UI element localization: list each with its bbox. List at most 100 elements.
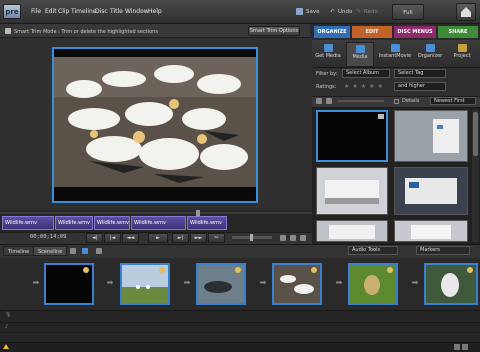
status-bar	[0, 342, 480, 352]
redo-button[interactable]: Redo	[364, 5, 378, 19]
penguin-scene-thumbnail	[426, 265, 476, 303]
printer-photo-thumbnail	[395, 111, 467, 161]
details-label: Details	[402, 98, 420, 104]
transition-slot-4[interactable]: ➡	[333, 278, 345, 288]
mark-in-button[interactable]: ◄|	[86, 233, 103, 243]
snapshot-icon[interactable]	[290, 235, 296, 241]
media-item-printer-1[interactable]	[394, 110, 468, 162]
expand-icon[interactable]	[300, 235, 306, 241]
home-icon	[461, 7, 471, 17]
black-video-thumbnail	[318, 112, 386, 160]
menu-window[interactable]: Window	[125, 8, 149, 15]
tab-disc-menus[interactable]: DISC MENUS	[394, 26, 436, 38]
menu-timeline[interactable]: Timeline	[71, 8, 97, 15]
tab-sceneline[interactable]: Sceneline	[33, 246, 68, 256]
audio-tools-dropdown[interactable]: Audio Tools	[348, 246, 398, 255]
render-icon[interactable]	[454, 344, 460, 350]
details-checkbox[interactable]	[394, 99, 399, 104]
scene-gannets[interactable]	[272, 263, 322, 305]
scene-black[interactable]	[44, 263, 94, 305]
media-item-printer-5[interactable]	[394, 220, 468, 242]
rating-stars[interactable]: ★★★★★	[344, 83, 386, 90]
transition-slot-5[interactable]: ➡	[409, 278, 421, 288]
video-preview[interactable]	[52, 47, 258, 203]
fast-forward-button[interactable]: ►►	[190, 233, 207, 243]
project-button[interactable]: Project	[448, 42, 476, 67]
smart-trim-icon	[5, 28, 11, 34]
redo-icon: ↷	[356, 9, 361, 15]
media-item-printer-4[interactable]	[316, 220, 388, 242]
clip-wildlife-4[interactable]: Wildlife.wmv	[131, 216, 186, 230]
media-icon	[355, 45, 365, 53]
split-clip-button[interactable]: ✂	[208, 233, 225, 243]
instant-movie-icon	[390, 44, 400, 52]
smart-trim-options-button[interactable]: Smart Trim Options	[248, 26, 300, 36]
play-button[interactable]: ►	[148, 233, 168, 243]
media-item-printer-3[interactable]	[394, 167, 468, 215]
narration-track[interactable]	[0, 310, 480, 322]
and-higher-dropdown[interactable]: and higher	[394, 82, 446, 91]
undo-button[interactable]: Undo	[338, 5, 352, 19]
zoom-icon[interactable]	[462, 344, 468, 350]
media-scrollbar-thumb[interactable]	[473, 112, 478, 156]
scene-penguin[interactable]	[424, 263, 478, 305]
save-icon	[296, 8, 303, 15]
home-button[interactable]	[456, 3, 476, 21]
step-forward-button[interactable]: ►|	[172, 233, 189, 243]
scene-bird-green[interactable]	[348, 263, 398, 305]
warning-icon[interactable]	[3, 344, 9, 349]
project-icon	[457, 44, 467, 52]
menu-edit[interactable]: Edit	[45, 8, 57, 15]
scene-birds-grass[interactable]	[120, 263, 170, 305]
transition-slot-2[interactable]: ➡	[181, 278, 193, 288]
transition-slot-3[interactable]: ➡	[257, 278, 269, 288]
markers-dropdown[interactable]: Markers	[416, 246, 470, 255]
save-button[interactable]: Save	[306, 5, 320, 19]
transition-slot-0[interactable]: ➡	[30, 278, 42, 288]
settings-icon[interactable]	[280, 235, 286, 241]
step-back-button[interactable]: |◄	[104, 233, 121, 243]
printer-photo-thumbnail	[395, 221, 467, 241]
clip-wildlife-3[interactable]: Wildlife.wmv	[94, 216, 130, 230]
extra-track[interactable]	[0, 332, 480, 342]
media-button[interactable]: Media	[346, 42, 374, 67]
printer-photo-thumbnail	[395, 168, 467, 214]
scrub-track[interactable]	[0, 212, 312, 214]
shuttle-handle[interactable]	[250, 234, 253, 241]
clip-wildlife-1[interactable]: Wildlife.wmv	[2, 216, 54, 230]
get-media-button[interactable]: Get Media	[314, 42, 342, 67]
menu-help[interactable]: Help	[148, 8, 162, 15]
clip-wildlife-5[interactable]: Wildlife.wmv	[187, 216, 227, 230]
get-media-label: Get Media	[315, 53, 341, 59]
bird-scene-thumbnail	[350, 265, 396, 303]
app-logo: pre	[3, 4, 21, 19]
media-item-printer-2[interactable]	[316, 167, 388, 215]
tab-share[interactable]: SHARE	[438, 26, 478, 38]
transition-slot-1[interactable]: ➡	[104, 278, 116, 288]
media-item-wildlife[interactable]	[316, 110, 388, 162]
instant-movie-label: InstantMovie	[378, 53, 412, 59]
collapse-view-icon[interactable]	[326, 98, 332, 104]
sort-dropdown[interactable]: Newest First	[430, 97, 476, 105]
menu-file[interactable]: File	[31, 8, 41, 15]
clip-wildlife-2[interactable]: Wildlife.wmv	[55, 216, 93, 230]
expand-view-icon[interactable]	[316, 98, 322, 104]
organizer-button[interactable]: Organizer	[416, 42, 444, 67]
tab-organize[interactable]: ORGANIZE	[314, 26, 350, 38]
birds-scene-thumbnail	[122, 265, 168, 303]
timeline-tool-icon[interactable]	[70, 248, 76, 254]
select-tag-dropdown[interactable]: Select Tag	[394, 69, 446, 78]
rewind-button[interactable]: ◄◄	[122, 233, 139, 243]
select-album-dropdown[interactable]: Select Album	[342, 69, 390, 78]
full-screen-button[interactable]: Full Screen	[392, 4, 424, 32]
thumbnail-size-slider[interactable]	[338, 100, 384, 102]
sceneline-tool-icon[interactable]	[82, 248, 88, 254]
tab-timeline[interactable]: Timeline	[3, 246, 35, 256]
instant-movie-button[interactable]: InstantMovie	[378, 42, 412, 67]
menu-clip[interactable]: Clip	[58, 8, 69, 15]
menu-title[interactable]: Title	[110, 8, 123, 15]
menu-disc[interactable]: Disc	[95, 8, 108, 15]
audio-icon[interactable]	[96, 248, 102, 254]
tab-edit[interactable]: EDIT	[352, 26, 392, 38]
scene-whales[interactable]	[196, 263, 246, 305]
